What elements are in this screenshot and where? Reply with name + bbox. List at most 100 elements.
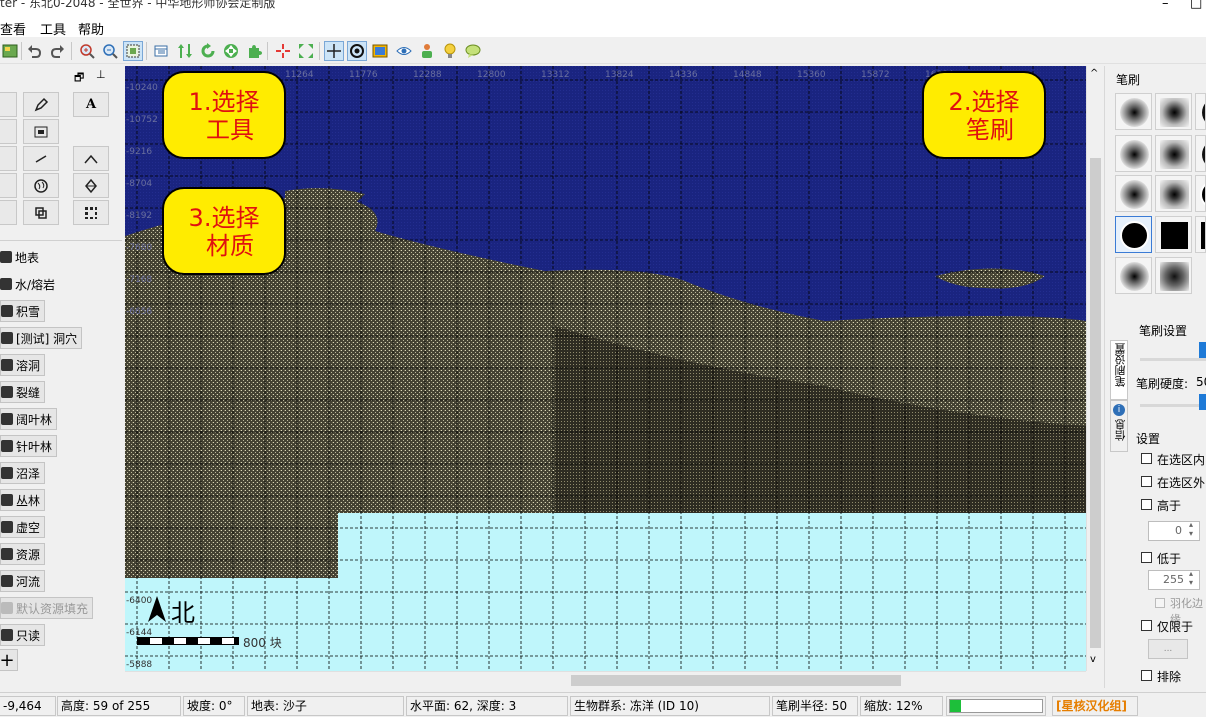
out-selection-checkbox[interactable] xyxy=(1141,476,1152,487)
pan-cross-icon[interactable] xyxy=(324,41,344,61)
screen-tool-icon[interactable] xyxy=(23,119,59,144)
exclude-checkbox[interactable] xyxy=(1141,670,1152,681)
fit-view-icon[interactable] xyxy=(296,41,316,61)
pencil-tool-icon[interactable] xyxy=(23,92,59,117)
brush-star-2[interactable] xyxy=(1155,93,1192,130)
zoom-in-icon[interactable] xyxy=(77,41,97,61)
brush-soft-7[interactable] xyxy=(1115,175,1152,212)
line-tool-icon[interactable] xyxy=(23,146,59,171)
material-readonly[interactable]: 只读 xyxy=(0,624,46,646)
tool-panel: 🗗 ⊥ A + 地表水/熔岩积雪 [测试] 洞穴 溶洞裂缝阔叶林针叶林沼泽丛林虚空资… xyxy=(0,65,122,687)
tab-info[interactable]: i 信息 xyxy=(1110,400,1128,452)
material-ravine[interactable]: 裂缝 xyxy=(0,381,46,403)
float-panel-icon[interactable]: 🗗 xyxy=(74,69,84,88)
brush-soft-13[interactable] xyxy=(1115,257,1152,294)
flood-tool-icon[interactable] xyxy=(73,173,109,198)
material-cavern[interactable]: 溶洞 xyxy=(0,354,46,376)
image-export-icon[interactable] xyxy=(0,41,20,61)
raise-lower-icon[interactable] xyxy=(175,41,195,61)
add-material-button[interactable]: + xyxy=(0,649,18,671)
menu-view[interactable]: 查看 xyxy=(0,19,26,38)
below-checkbox[interactable] xyxy=(1141,552,1152,563)
only-on-checkbox[interactable] xyxy=(1141,620,1152,631)
brush-star-5[interactable] xyxy=(1155,135,1192,172)
dots-tool-icon[interactable] xyxy=(73,200,109,225)
spin-down-icon[interactable]: ▾ xyxy=(1189,529,1193,538)
material-resources[interactable]: 资源 xyxy=(0,543,46,565)
target-icon[interactable] xyxy=(347,41,367,61)
brush-round-9[interactable] xyxy=(1195,175,1206,212)
spin-up-icon[interactable]: ▴ xyxy=(1189,520,1193,529)
brush-hardness-slider-handle[interactable] xyxy=(1199,394,1206,410)
tool-button-12[interactable] xyxy=(0,200,17,225)
tool-button-4[interactable] xyxy=(0,119,17,144)
peak-tool-icon[interactable] xyxy=(73,146,109,171)
clone-tool-icon[interactable] xyxy=(23,200,59,225)
tool-button-1[interactable] xyxy=(0,92,17,117)
speech-icon[interactable] xyxy=(463,41,483,61)
scroll-up-icon[interactable]: ^ xyxy=(1090,68,1098,79)
move-icon[interactable] xyxy=(221,41,241,61)
material-void[interactable]: 虚空 xyxy=(0,516,46,538)
material-swamp[interactable]: 沼泽 xyxy=(0,462,46,484)
vertical-scrollbar[interactable]: ^ v xyxy=(1086,66,1103,671)
redo-icon[interactable] xyxy=(48,41,68,61)
brush-square-11[interactable] xyxy=(1155,216,1192,253)
horizontal-scrollbar[interactable] xyxy=(125,671,1086,688)
material-snow[interactable]: 积雪 xyxy=(0,300,46,322)
material-conifer[interactable]: 针叶林 xyxy=(0,435,58,457)
brush-square-12[interactable] xyxy=(1195,216,1206,253)
material-jungle[interactable]: 丛林 xyxy=(0,489,46,511)
zoom-out-icon[interactable] xyxy=(100,41,120,61)
maximize-icon[interactable]: □ xyxy=(1190,0,1202,10)
menu-tools[interactable]: 工具 xyxy=(40,19,66,38)
brush-hardness-slider[interactable] xyxy=(1140,404,1206,407)
above-checkbox[interactable] xyxy=(1141,499,1152,510)
only-on-picker-button[interactable]: ... xyxy=(1148,639,1188,659)
globe-tool-icon[interactable] xyxy=(23,173,59,198)
spin-down-icon[interactable]: ▾ xyxy=(1189,578,1193,587)
rotate-icon[interactable] xyxy=(198,41,218,61)
horizontal-scroll-thumb[interactable] xyxy=(571,675,901,686)
in-selection-checkbox[interactable] xyxy=(1141,453,1152,464)
map-canvas[interactable]: 11264 11776 12288 12800 13312 13824 14336 14848… xyxy=(125,66,1086,671)
text-tool-icon[interactable]: A xyxy=(73,92,109,117)
material-river[interactable]: 河流 xyxy=(0,570,46,592)
feather-checkbox[interactable] xyxy=(1155,598,1165,608)
vertical-scroll-thumb[interactable] xyxy=(1090,158,1101,648)
material-cave[interactable]: [测试] 洞穴 xyxy=(0,327,83,349)
player-icon[interactable] xyxy=(417,41,437,61)
below-level-spinner[interactable]: 255 ▴ ▾ xyxy=(1148,569,1200,590)
material-surface[interactable]: 地表 xyxy=(0,246,39,268)
above-level-spinner[interactable]: 0 ▴ ▾ xyxy=(1148,520,1200,541)
spin-up-icon[interactable]: ▴ xyxy=(1189,569,1193,578)
tab-brush-settings[interactable]: 笔刷设置 xyxy=(1110,340,1128,400)
scroll-down-icon[interactable]: v xyxy=(1090,654,1096,665)
puzzle-icon[interactable] xyxy=(244,41,264,61)
minimize-icon[interactable]: – xyxy=(1162,0,1169,10)
brush-radius-slider[interactable] xyxy=(1140,358,1206,361)
material-deciduous[interactable]: 阔叶林 xyxy=(0,408,58,430)
brush-radius-slider-handle[interactable] xyxy=(1199,342,1206,358)
eye-icon[interactable] xyxy=(394,41,414,61)
pin-panel-icon[interactable]: ⊥ xyxy=(96,68,106,81)
background-image-icon[interactable] xyxy=(370,41,390,61)
menu-help[interactable]: 帮助 xyxy=(78,19,104,38)
brush-half-3[interactable] xyxy=(1195,93,1206,130)
lightbulb-icon[interactable] xyxy=(440,41,460,61)
brush-softsquare-14[interactable] xyxy=(1155,257,1192,294)
tool-button-6[interactable] xyxy=(0,146,17,171)
brush-soft-4[interactable] xyxy=(1115,135,1152,172)
select-region-icon[interactable] xyxy=(123,41,143,61)
north-compass: 北 xyxy=(147,593,207,628)
tool-button-9[interactable] xyxy=(0,173,17,198)
brush-round-10[interactable] xyxy=(1115,216,1152,253)
material-water[interactable]: 水/熔岩 xyxy=(0,273,55,295)
brush-star-8[interactable] xyxy=(1155,175,1192,212)
material-default_fill[interactable]: 默认资源填充 xyxy=(0,597,94,619)
undo-icon[interactable] xyxy=(24,41,44,61)
brush-soft-1[interactable] xyxy=(1115,93,1152,130)
brush-half-6[interactable] xyxy=(1195,135,1206,172)
crosshair-icon[interactable] xyxy=(273,41,293,61)
layers-icon[interactable] xyxy=(151,41,171,61)
